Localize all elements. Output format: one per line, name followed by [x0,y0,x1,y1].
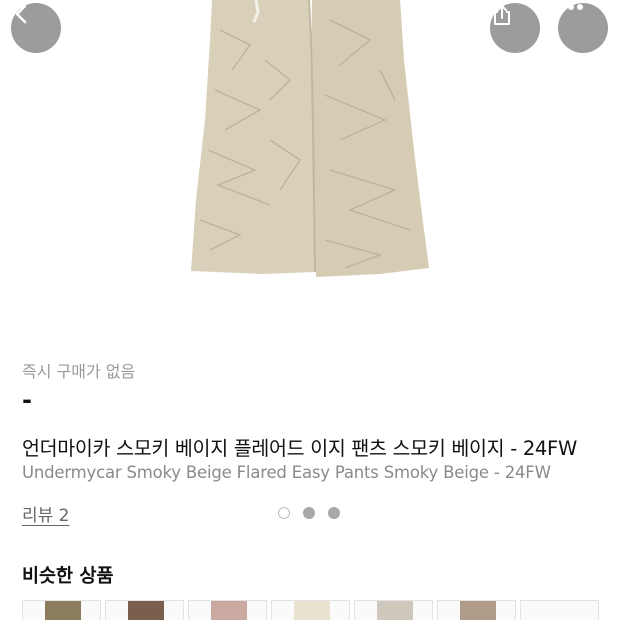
similar-products-list [22,600,599,620]
similar-product-thumbnail[interactable] [437,600,516,620]
price-value: - [22,386,32,414]
product-image [0,0,620,330]
more-button[interactable] [558,3,608,53]
similar-product-thumbnail[interactable] [188,600,267,620]
similar-product-thumbnail[interactable] [271,600,350,620]
instant-price-status: 즉시 구매가 없음 [22,362,136,381]
product-title-english: Undermycar Smoky Beige Flared Easy Pants… [22,463,551,482]
similar-product-thumbnail[interactable] [520,600,599,620]
product-thumbnail-image [128,601,164,620]
product-thumbnail-image [211,601,247,620]
carousel-dot[interactable] [303,507,315,519]
carousel-dot[interactable] [278,507,290,519]
share-button[interactable] [490,3,540,53]
chevron-left-icon [15,4,27,24]
similar-product-thumbnail[interactable] [354,600,433,620]
product-title-korean: 언더마이카 스모키 베이지 플레어드 이지 팬츠 스모키 베이지 - 24FW [22,437,577,460]
similar-product-thumbnail[interactable] [105,600,184,620]
carousel-dot[interactable] [328,507,340,519]
more-horizontal-icon [559,4,583,10]
back-button[interactable] [11,3,61,53]
similar-products-heading: 비슷한 상품 [22,566,114,587]
review-link[interactable]: 리뷰 2 [22,501,70,526]
share-icon [494,5,510,25]
carousel-indicator [278,507,340,519]
product-thumbnail-image [460,601,496,620]
similar-product-thumbnail[interactable] [22,600,101,620]
product-thumbnail-image [377,601,413,620]
product-thumbnail-image [45,601,81,620]
product-thumbnail-image [294,601,330,620]
